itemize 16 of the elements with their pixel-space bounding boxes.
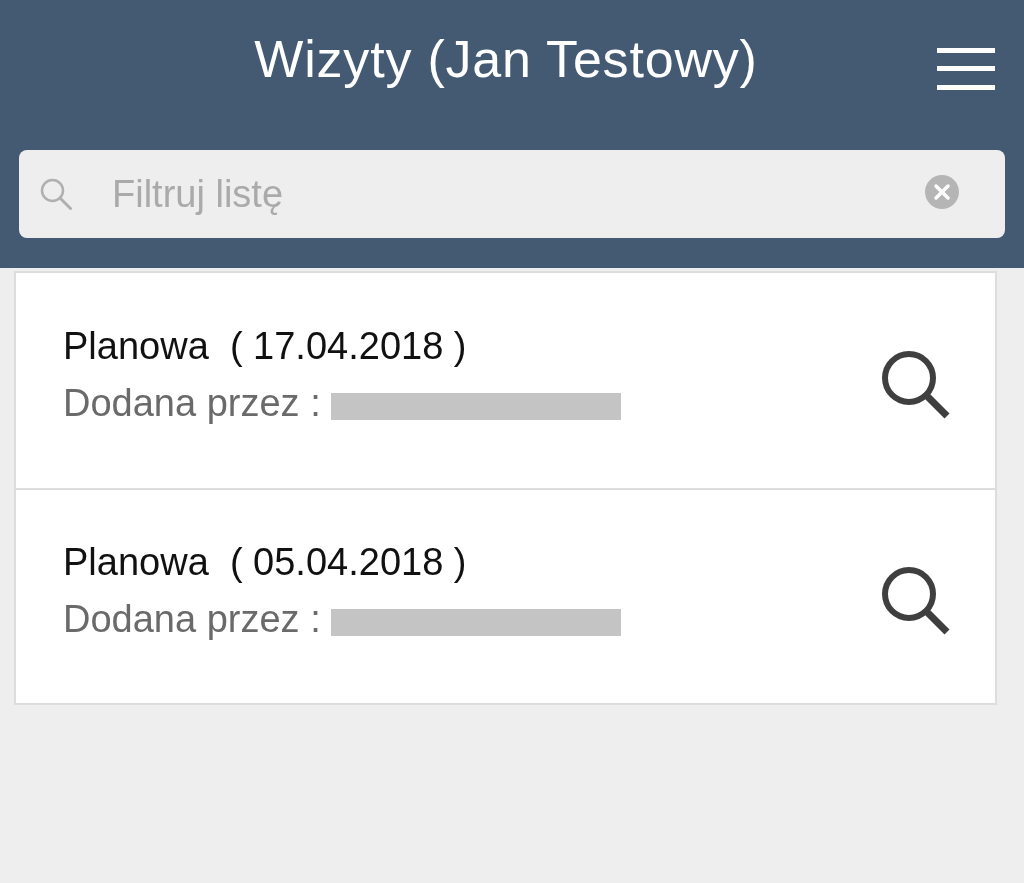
search-icon: [881, 349, 951, 420]
menu-button[interactable]: [937, 48, 995, 90]
added-by-label: Dodana przez :: [63, 381, 321, 425]
visit-title: Planowa ( 17.04.2018 ): [63, 324, 467, 368]
menu-icon: [937, 48, 995, 90]
search-icon: [881, 565, 951, 636]
visit-title: Planowa ( 05.04.2018 ): [63, 540, 467, 584]
visit-item[interactable]: Planowa ( 05.04.2018 ) Dodana przez :: [16, 488, 995, 703]
visit-item[interactable]: Planowa ( 17.04.2018 ) Dodana przez :: [16, 273, 995, 488]
page-title: Wizyty (Jan Testowy): [254, 29, 758, 90]
clear-icon: [925, 175, 959, 209]
added-by-label: Dodana przez :: [63, 597, 321, 641]
search-field[interactable]: Filtruj listę: [19, 150, 1005, 238]
details-button[interactable]: [881, 565, 951, 636]
search-icon: [40, 178, 72, 210]
details-button[interactable]: [881, 349, 951, 420]
